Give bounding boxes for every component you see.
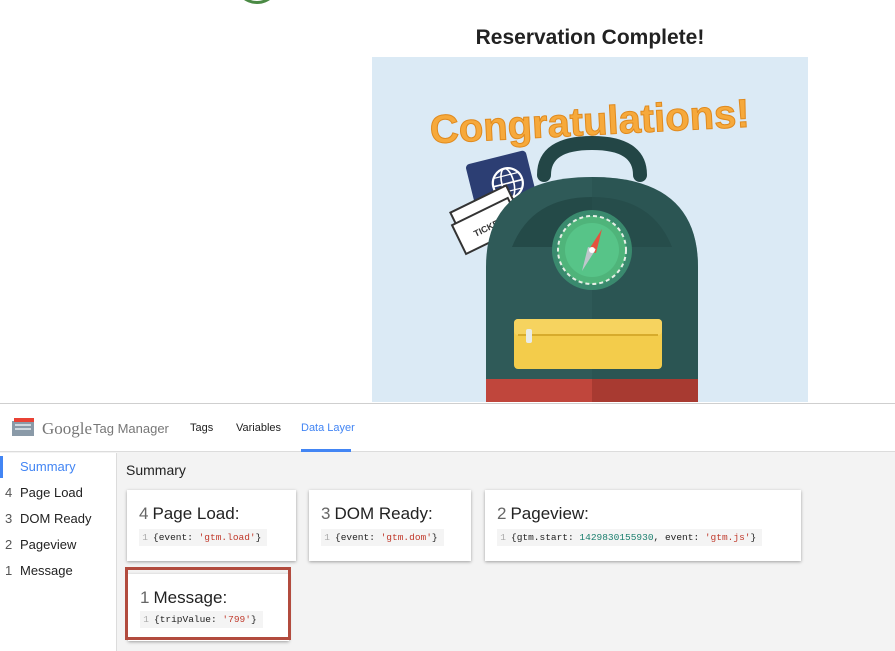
card-count: 4 bbox=[139, 504, 149, 523]
active-tab-indicator bbox=[301, 449, 351, 452]
code-brace: } bbox=[750, 532, 757, 543]
card-label: Pageview: bbox=[510, 504, 589, 523]
card-title: 3 DOM Ready: bbox=[321, 504, 433, 524]
code-snippet: 1 {event: 'gtm.dom'} bbox=[321, 529, 444, 546]
card-count: 2 bbox=[497, 504, 507, 523]
event-card-pageview[interactable]: 2 Pageview: 1 {gtm.start: 1429830155930, e… bbox=[485, 490, 801, 561]
sidebar-item-summary[interactable]: Summary bbox=[0, 456, 117, 478]
code-string: 'gtm.load' bbox=[198, 532, 256, 543]
line-number: 1 bbox=[500, 532, 506, 543]
tab-data-layer[interactable]: Data Layer bbox=[301, 422, 355, 434]
code-brace: } bbox=[431, 532, 438, 543]
sidebar-item-page-load[interactable]: 4 Page Load bbox=[0, 482, 117, 504]
backpack-illustration: Congratulations! TICKET bbox=[428, 91, 751, 402]
code-key: {gtm.start: bbox=[511, 532, 580, 543]
code-snippet: 1 {gtm.start: 1429830155930, event: 'gtm.… bbox=[497, 529, 763, 546]
summary-title: Summary bbox=[126, 462, 186, 478]
front-pocket bbox=[514, 319, 662, 369]
highlight-box bbox=[125, 567, 291, 640]
sidebar-item-label: Summary bbox=[20, 459, 76, 474]
sidebar-item-label: Message bbox=[20, 563, 73, 578]
sidebar-item-message[interactable]: 1 Message bbox=[0, 560, 117, 582]
code-string: 'gtm.dom' bbox=[380, 532, 432, 543]
code-key: , event: bbox=[653, 532, 705, 543]
google-brand-text: Google bbox=[42, 419, 93, 438]
code-key: {event: bbox=[335, 532, 381, 543]
tab-tags[interactable]: Tags bbox=[190, 422, 213, 434]
tag-manager-brand-text: Tag Manager bbox=[93, 421, 169, 436]
congratulations-illustration: Congratulations! TICKET bbox=[372, 57, 808, 402]
gtm-header: Google Tag Manager Tags Variables Data L… bbox=[0, 404, 895, 452]
sidebar-item-label: Page Load bbox=[20, 485, 83, 500]
card-label: Page Load: bbox=[152, 504, 240, 523]
code-brace: } bbox=[255, 532, 262, 543]
line-number: 1 bbox=[324, 532, 330, 543]
line-number: 1 bbox=[142, 532, 148, 543]
screen: Reservation Complete! Congratulations! T… bbox=[0, 0, 895, 651]
event-sidebar: Summary 4 Page Load 3 DOM Ready 2 Pagevi… bbox=[0, 453, 117, 651]
code-key: {event: bbox=[153, 532, 199, 543]
card-count: 3 bbox=[321, 504, 331, 523]
compass-icon bbox=[552, 210, 632, 290]
sidebar-item-number: 3 bbox=[5, 511, 13, 526]
partial-logo-circle bbox=[234, 0, 280, 4]
sidebar-item-number: 1 bbox=[5, 563, 13, 578]
sidebar-item-label: Pageview bbox=[20, 537, 77, 552]
tab-variables[interactable]: Variables bbox=[236, 422, 281, 434]
active-item-indicator bbox=[0, 456, 3, 478]
code-number: 1429830155930 bbox=[579, 532, 654, 543]
page-title: Reservation Complete! bbox=[475, 26, 705, 49]
sidebar-item-label: DOM Ready bbox=[20, 511, 92, 526]
card-label: DOM Ready: bbox=[334, 504, 433, 523]
code-snippet: 1 {event: 'gtm.load'} bbox=[139, 529, 268, 546]
sidebar-item-pageview[interactable]: 2 Pageview bbox=[0, 534, 117, 556]
card-title: 2 Pageview: bbox=[497, 504, 589, 524]
sidebar-item-number: 2 bbox=[5, 537, 13, 552]
event-card-page-load[interactable]: 4 Page Load: 1 {event: 'gtm.load'} bbox=[127, 490, 296, 561]
card-title: 4 Page Load: bbox=[139, 504, 239, 524]
code-string: 'gtm.js' bbox=[704, 532, 751, 543]
tag-manager-logo-icon bbox=[12, 418, 34, 436]
sidebar-item-dom-ready[interactable]: 3 DOM Ready bbox=[0, 508, 117, 530]
sidebar-item-number: 4 bbox=[5, 485, 13, 500]
event-card-dom-ready[interactable]: 3 DOM Ready: 1 {event: 'gtm.dom'} bbox=[309, 490, 471, 561]
